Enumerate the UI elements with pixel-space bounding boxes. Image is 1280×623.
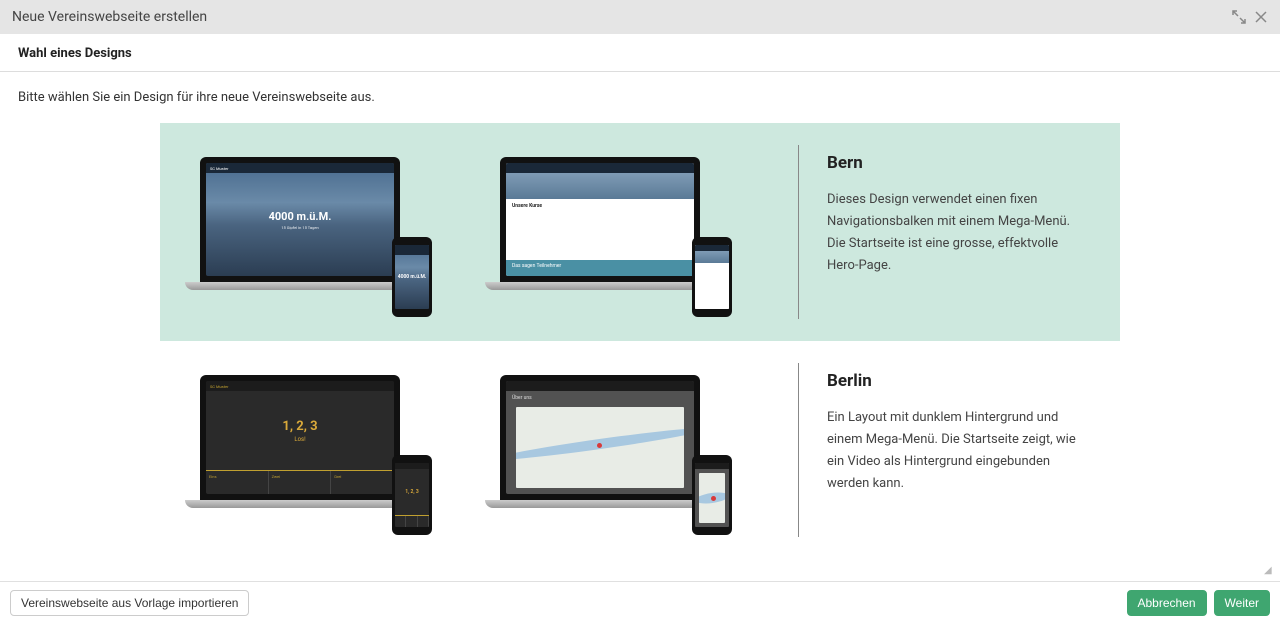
laptop-mockup: Unsere Kurse Das sagen Teilnehmer xyxy=(500,157,700,290)
design-name: Berlin xyxy=(827,371,1090,391)
footer-actions: Abbrechen Weiter xyxy=(1127,590,1271,616)
preview-nav: SC Muster xyxy=(206,163,394,173)
expand-icon[interactable] xyxy=(1232,10,1246,24)
design-previews: SC Muster 1, 2, 3 Los! Eins Zwei Drei xyxy=(160,363,790,537)
instruction-text: Bitte wählen Sie ein Design für ihre neu… xyxy=(18,90,1262,105)
preview-hero-text: 1, 2, 3 xyxy=(282,419,317,434)
next-button[interactable]: Weiter xyxy=(1214,590,1270,616)
step-title: Wahl eines Designs xyxy=(18,46,1262,61)
phone-mockup: 1, 2, 3 xyxy=(392,455,432,535)
map-preview xyxy=(516,407,684,488)
design-description: Dieses Design verwendet einen fixen Navi… xyxy=(827,189,1090,277)
divider xyxy=(798,363,799,537)
laptop-mockup: SC Muster 1, 2, 3 Los! Eins Zwei Drei xyxy=(200,375,400,508)
phone-mockup: 4000 m.ü.M. xyxy=(392,237,432,317)
laptop-mockup: Über uns xyxy=(500,375,700,508)
import-template-button[interactable]: Vereinswebseite aus Vorlage importieren xyxy=(10,590,249,616)
design-previews: SC Muster 4000 m.ü.M. 15 Gipfel in 15 Ta… xyxy=(160,145,790,319)
design-info: Bern Dieses Design verwendet einen fixen… xyxy=(827,145,1120,319)
preview-bern-list: Unsere Kurse Das sagen Teilnehmer xyxy=(500,147,750,317)
divider xyxy=(798,145,799,319)
content-area: Bitte wählen Sie ein Design für ihre neu… xyxy=(0,72,1280,582)
preview-hero-text: 4000 m.ü.M. xyxy=(269,210,332,223)
modal-title: Neue Vereinswebseite erstellen xyxy=(12,9,207,25)
cancel-button[interactable]: Abbrechen xyxy=(1127,590,1207,616)
modal-header-actions xyxy=(1232,10,1268,24)
design-list: SC Muster 4000 m.ü.M. 15 Gipfel in 15 Ta… xyxy=(160,123,1120,559)
phone-mockup xyxy=(692,455,732,535)
design-option-bern[interactable]: SC Muster 4000 m.ü.M. 15 Gipfel in 15 Ta… xyxy=(160,123,1120,341)
modal-header: Neue Vereinswebseite erstellen xyxy=(0,0,1280,34)
close-icon[interactable] xyxy=(1254,10,1268,24)
laptop-mockup: SC Muster 4000 m.ü.M. 15 Gipfel in 15 Ta… xyxy=(200,157,400,290)
phone-mockup xyxy=(692,237,732,317)
preview-berlin-hero: SC Muster 1, 2, 3 Los! Eins Zwei Drei xyxy=(200,365,450,535)
design-description: Ein Layout mit dunklem Hintergrund und e… xyxy=(827,407,1090,495)
design-option-berlin[interactable]: SC Muster 1, 2, 3 Los! Eins Zwei Drei xyxy=(160,341,1120,559)
modal-footer: Vereinswebseite aus Vorlage importieren … xyxy=(0,581,1280,623)
preview-berlin-map: Über uns xyxy=(500,365,750,535)
preview-hero-subtext: Los! xyxy=(294,436,305,443)
design-name: Bern xyxy=(827,153,1090,173)
preview-hero-subtext: 15 Gipfel in 15 Tagen xyxy=(281,225,318,230)
preview-bern-hero: SC Muster 4000 m.ü.M. 15 Gipfel in 15 Ta… xyxy=(200,147,450,317)
design-info: Berlin Ein Layout mit dunklem Hintergrun… xyxy=(827,363,1120,537)
step-header: Wahl eines Designs xyxy=(0,34,1280,72)
